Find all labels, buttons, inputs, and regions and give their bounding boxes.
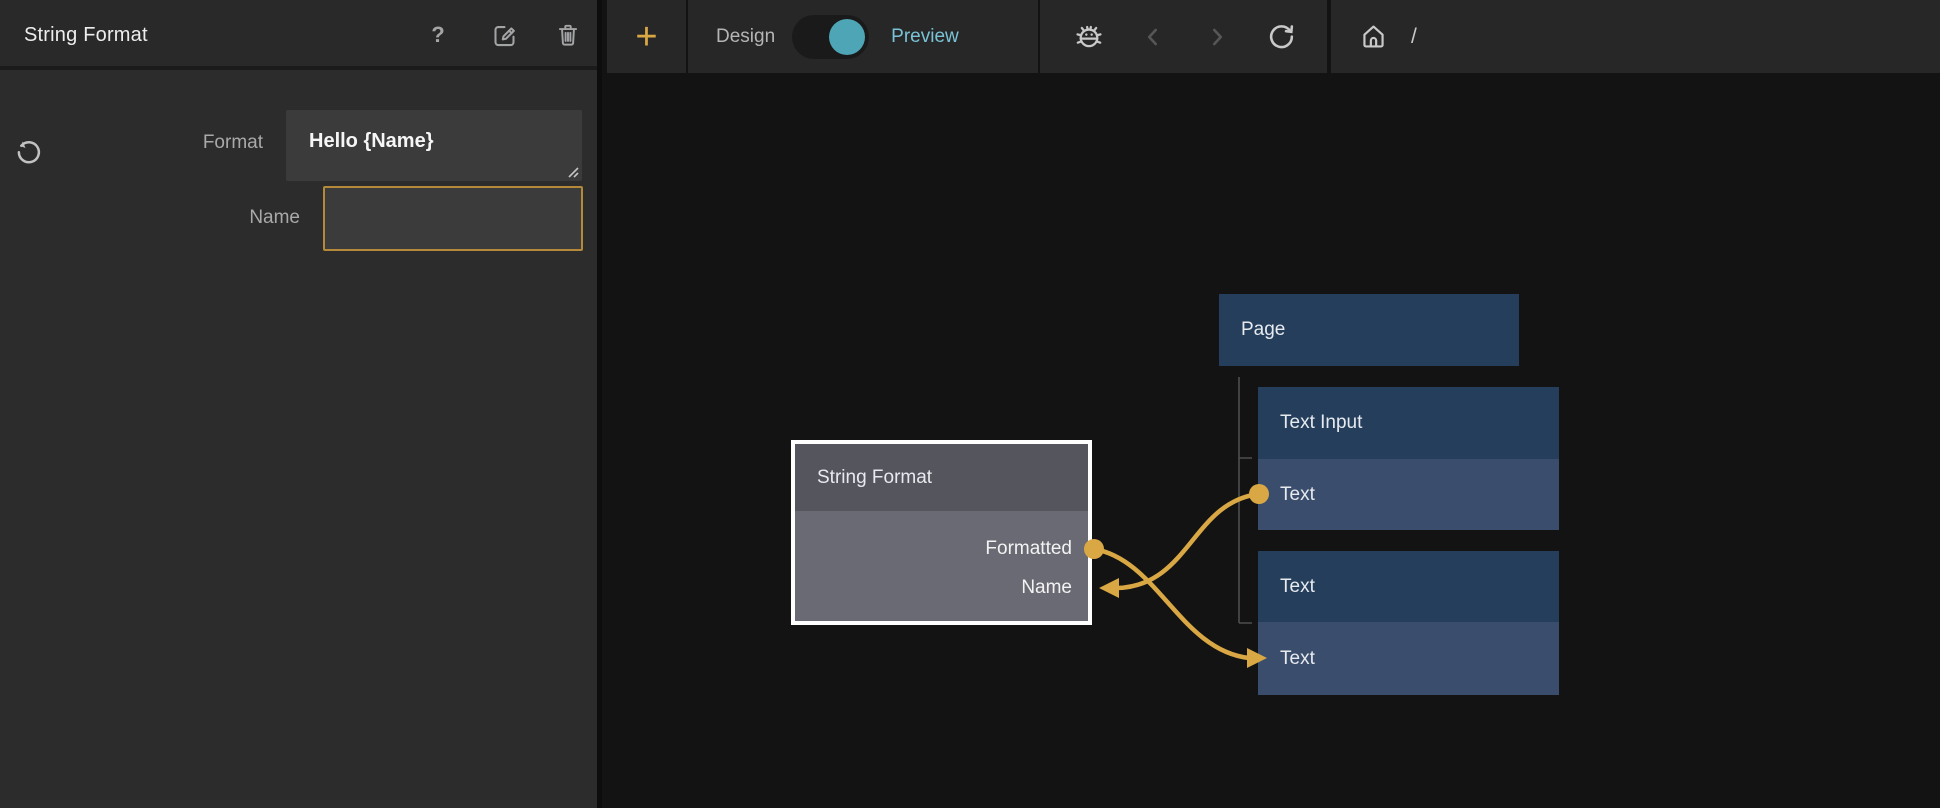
node-text-header[interactable]: Text (1258, 551, 1559, 622)
properties-panel: String Format ? Format Hello {Name} (0, 0, 602, 808)
node-text-input[interactable]: Text Input Text (1258, 387, 1559, 530)
node-text-input-header[interactable]: Text Input (1258, 387, 1559, 459)
toolbar-nav-section (1040, 0, 1327, 73)
help-icon[interactable]: ? (423, 20, 453, 50)
name-input[interactable] (323, 186, 583, 251)
name-label: Name (249, 207, 300, 229)
format-input[interactable]: Hello {Name} (286, 110, 582, 181)
node-string-format-label: String Format (817, 444, 932, 511)
port-dot-formatted-output[interactable] (1084, 539, 1104, 559)
node-text-label: Text (1280, 551, 1315, 622)
node-page-label: Page (1241, 294, 1285, 366)
node-string-format-header[interactable]: String Format (795, 444, 1088, 511)
toolbar-mode-section: Design Preview (688, 0, 1038, 73)
toolbar-add-section: + (607, 0, 686, 73)
port-text-label: Text (1280, 459, 1315, 530)
node-page[interactable]: Page (1219, 294, 1519, 366)
node-string-format-body: Formatted Name (795, 511, 1088, 621)
chevron-right-icon[interactable] (1201, 21, 1233, 53)
port-text-label: Text (1280, 622, 1315, 695)
node-text-input-port-text[interactable]: Text (1258, 459, 1559, 530)
port-name[interactable]: Name (795, 568, 1088, 607)
edit-icon[interactable] (489, 20, 519, 50)
format-value: Hello {Name} (309, 130, 434, 152)
panel-header: String Format ? (0, 0, 597, 70)
node-string-format[interactable]: String Format Formatted Name (791, 440, 1092, 625)
refresh-icon[interactable] (1265, 21, 1297, 53)
port-dot-text-output[interactable] (1249, 484, 1269, 504)
port-formatted[interactable]: Formatted (795, 529, 1088, 568)
breadcrumb[interactable]: / (1411, 25, 1417, 49)
home-icon[interactable] (1357, 21, 1389, 53)
design-preview-toggle[interactable] (792, 15, 869, 59)
resize-handle-icon[interactable] (565, 164, 579, 178)
node-text-input-label: Text Input (1280, 387, 1362, 459)
toggle-knob[interactable] (829, 19, 865, 55)
preview-label[interactable]: Preview (891, 26, 959, 48)
node-text[interactable]: Text Text (1258, 551, 1559, 695)
toolbar-breadcrumb-section: / (1331, 0, 1940, 73)
reset-icon[interactable] (13, 138, 43, 168)
bug-icon[interactable] (1073, 21, 1105, 53)
format-label: Format (203, 132, 263, 154)
chevron-left-icon[interactable] (1137, 21, 1169, 53)
design-label[interactable]: Design (716, 26, 775, 48)
trash-icon[interactable] (553, 20, 583, 50)
plus-icon[interactable]: + (635, 18, 657, 56)
node-text-port-text[interactable]: Text (1258, 622, 1559, 695)
panel-title: String Format (24, 0, 148, 70)
